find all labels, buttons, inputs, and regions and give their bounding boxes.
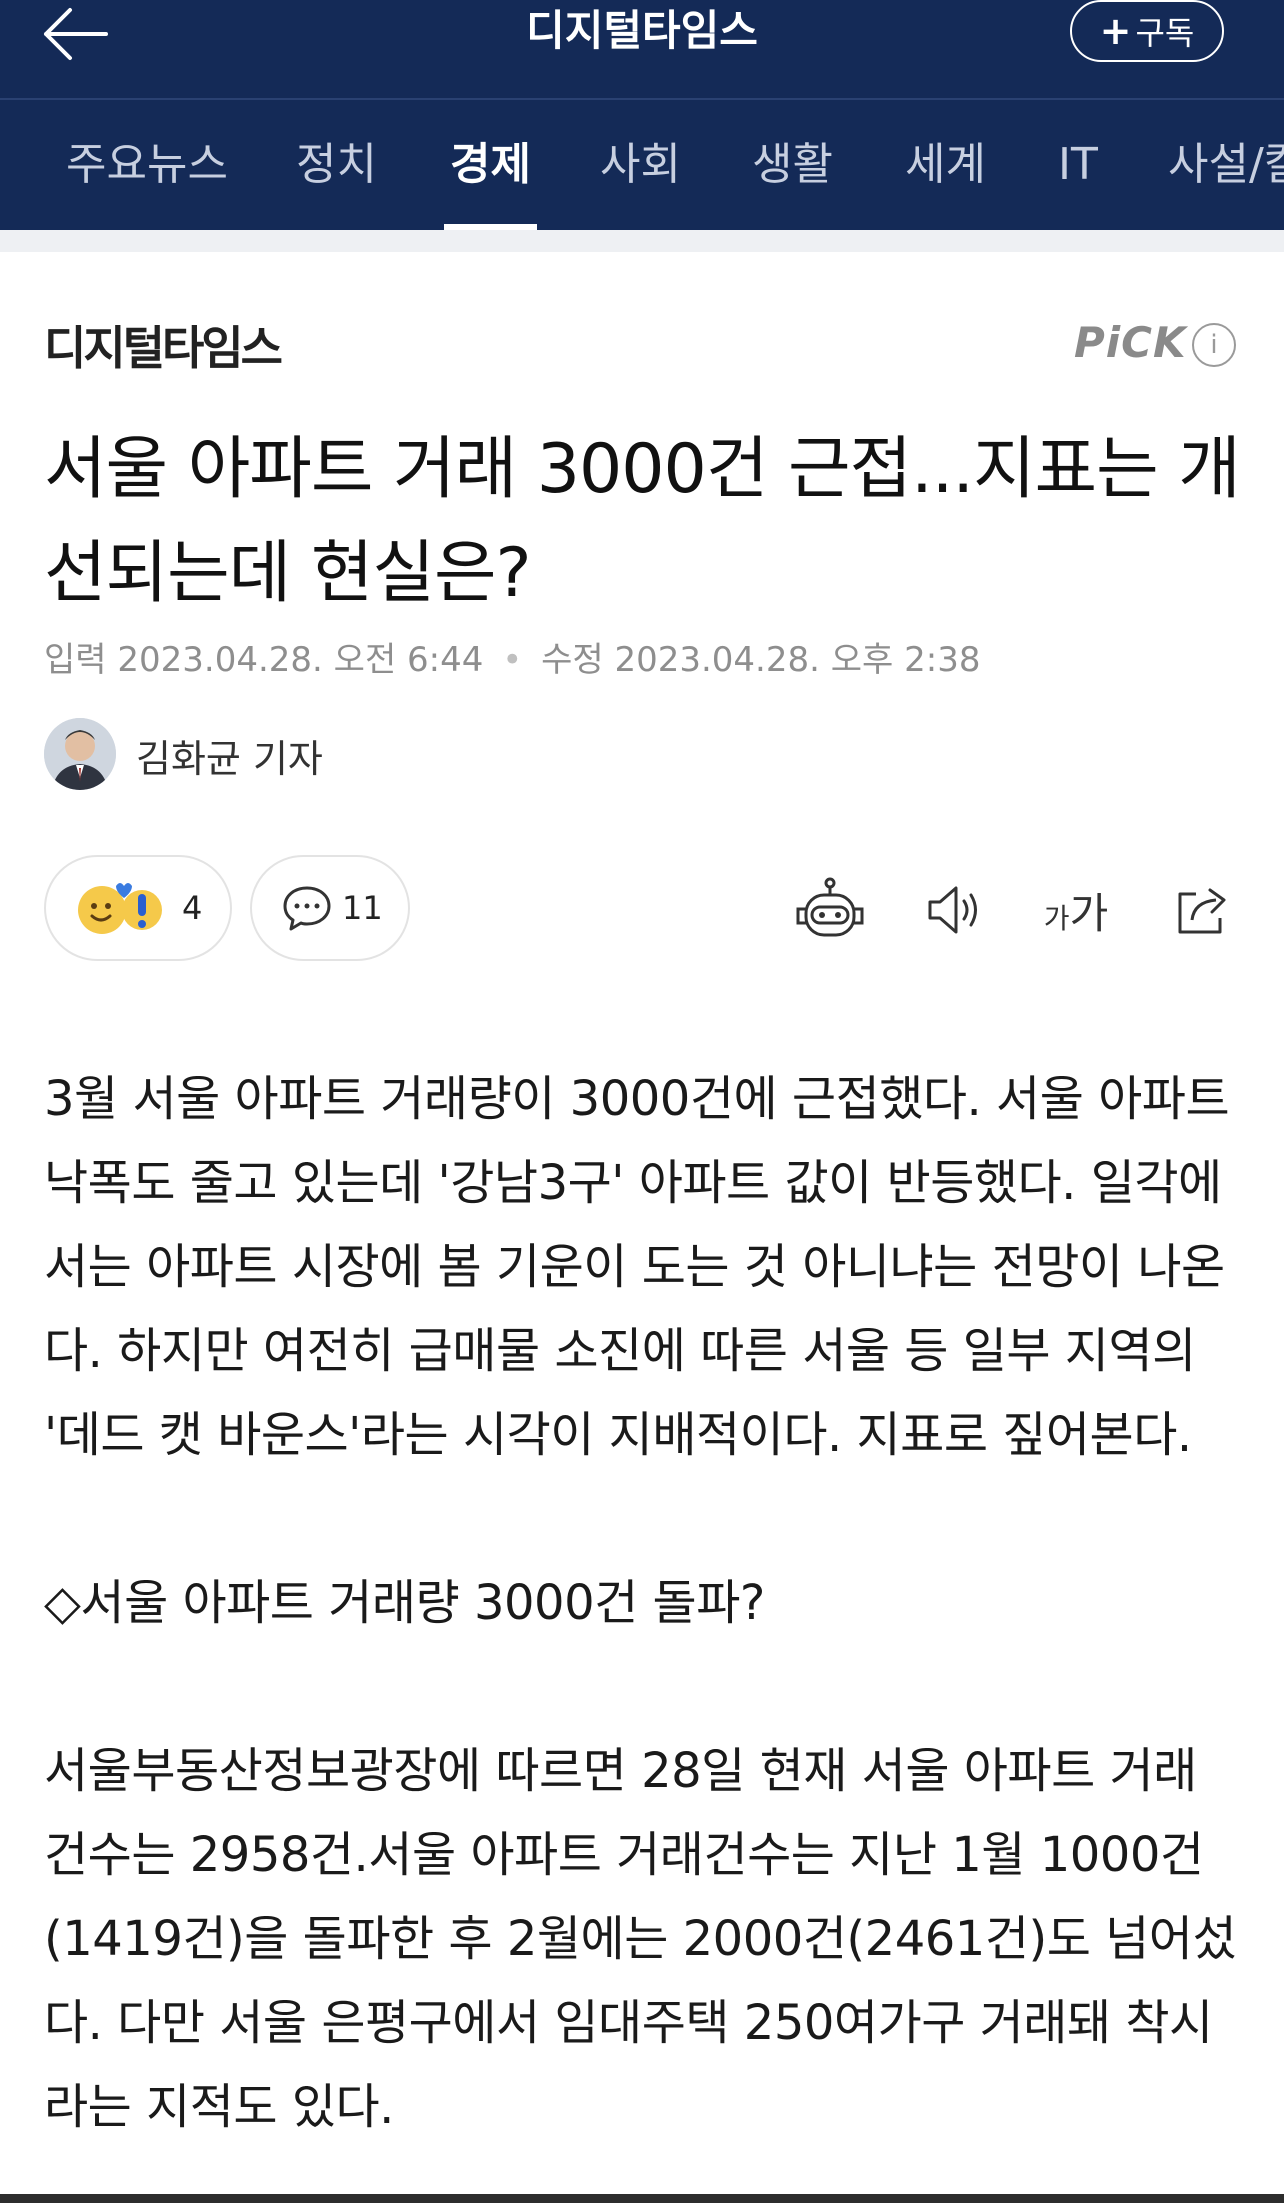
article-headline: 서울 아파트 거래 3000건 근접...지표는 개선되는데 현실은? [44, 430, 1241, 613]
input-date: 2023.04.28. 오전 6:44 [117, 640, 484, 680]
input-label: 입력 [44, 640, 107, 680]
reaction-emoji-icon [78, 883, 162, 934]
article-dateline: 입력 2023.04.28. 오전 6:44 • 수정 2023.04.28. … [44, 632, 980, 681]
reactions-button[interactable]: 4 [44, 855, 232, 961]
body-paragraph: 3월 서울 아파트 거래량이 3000건에 근접했다. 서울 아파트 낙폭도 줄… [44, 1071, 1230, 1463]
separator-dot: • [502, 640, 523, 680]
summary-bot-button[interactable] [790, 870, 870, 950]
comment-count: 11 [342, 889, 383, 927]
section-separator [0, 230, 1284, 252]
listen-button[interactable] [914, 870, 994, 950]
tab-society[interactable]: 사회 [600, 100, 681, 230]
edit-date: 2023.04.28. 오후 2:38 [614, 640, 981, 680]
subscribe-button[interactable]: + 구독 [1070, 0, 1224, 62]
comments-button[interactable]: 11 [250, 855, 410, 961]
font-small-glyph: 가 [1043, 901, 1070, 935]
body-subheading: ◇서울 아파트 거래량 3000건 돌파? [44, 1575, 765, 1631]
tab-economy[interactable]: 경제 [444, 100, 537, 230]
body-paragraph: 서울부동산정보광장에 따르면 28일 현재 서울 아파트 거래 건수는 2958… [44, 1743, 1237, 2135]
tab-main-news[interactable]: 주요뉴스 [66, 100, 228, 230]
share-icon [1178, 888, 1226, 934]
font-size-button[interactable]: 가가 [1036, 870, 1116, 950]
share-button[interactable] [1162, 870, 1242, 950]
tab-life[interactable]: 생활 [752, 100, 833, 230]
tab-politics[interactable]: 정치 [296, 100, 377, 230]
reporter-photo-icon [44, 718, 116, 790]
speaker-icon [928, 886, 977, 934]
section-nav: 주요뉴스 정치 경제 사회 생활 세계 IT 사설/칼 [0, 100, 1284, 230]
bottom-edge [0, 2194, 1284, 2203]
article-body: 3월 서울 아파트 거래량이 3000건에 근접했다. 서울 아파트 낙폭도 줄… [44, 1057, 1254, 2149]
reporter-name[interactable]: 김화균 기자 [136, 728, 323, 783]
robot-icon [796, 877, 864, 937]
plus-icon: + [1099, 9, 1132, 53]
reaction-count: 4 [182, 889, 203, 927]
comment-bubble-icon [283, 886, 331, 931]
font-large-glyph: 가 [1069, 888, 1109, 938]
back-arrow-icon [44, 8, 108, 60]
tab-it[interactable]: IT [1058, 100, 1098, 230]
edit-label: 수정 [541, 640, 604, 680]
back-button[interactable] [40, 4, 120, 64]
reporter-avatar[interactable] [44, 718, 116, 790]
press-logo[interactable]: 디지털타임스 [44, 312, 283, 378]
font-size-icon: 가가 [1044, 880, 1108, 941]
tab-editorial[interactable]: 사설/칼 [1168, 100, 1284, 230]
tab-world[interactable]: 세계 [905, 100, 986, 230]
pick-badge: PiCK [1074, 318, 1187, 367]
subscribe-label: 구독 [1135, 14, 1195, 52]
info-icon[interactable]: i [1192, 323, 1236, 367]
